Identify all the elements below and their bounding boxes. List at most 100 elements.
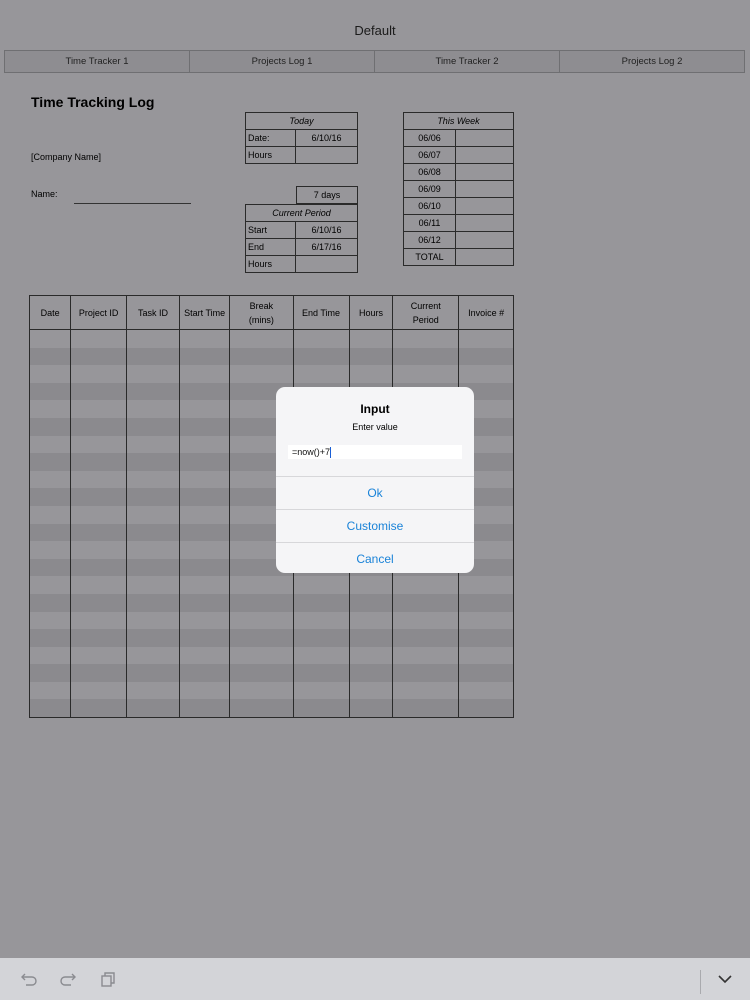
log-cell[interactable] [229, 593, 294, 612]
log-cell[interactable] [348, 593, 394, 612]
log-cell[interactable] [70, 400, 127, 418]
log-cell[interactable] [125, 611, 181, 630]
days-cell[interactable]: 7 days [296, 186, 358, 204]
log-cell[interactable] [292, 664, 350, 682]
log-cell[interactable] [125, 505, 181, 524]
log-cell[interactable] [179, 365, 231, 383]
week-day-hours[interactable] [455, 180, 514, 198]
log-cell[interactable] [70, 664, 127, 682]
tab-projects-log-1[interactable]: Projects Log 1 [190, 51, 375, 72]
customise-button[interactable]: Customise [276, 509, 474, 542]
log-cell[interactable] [28, 365, 72, 383]
log-cell[interactable] [28, 541, 72, 559]
log-cell[interactable] [348, 646, 394, 665]
tab-time-tracker-1[interactable]: Time Tracker 1 [5, 51, 190, 72]
copy-icon[interactable] [99, 971, 117, 987]
log-cell[interactable] [70, 488, 127, 506]
week-day-hours[interactable] [455, 146, 514, 164]
log-cell[interactable] [125, 646, 181, 665]
log-cell[interactable] [229, 365, 294, 383]
log-cell[interactable] [28, 664, 72, 682]
end-value-cell[interactable]: 6/17/16 [295, 238, 358, 256]
log-cell[interactable] [125, 699, 181, 719]
company-name-cell[interactable]: [Company Name] [31, 152, 101, 162]
log-cell[interactable] [229, 699, 294, 719]
log-cell[interactable] [125, 629, 181, 647]
log-cell[interactable] [70, 417, 127, 436]
ok-button[interactable]: Ok [276, 476, 474, 509]
log-cell[interactable] [392, 365, 460, 383]
log-cell[interactable] [392, 576, 460, 594]
log-cell[interactable] [348, 664, 394, 682]
tab-projects-log-2[interactable]: Projects Log 2 [560, 51, 744, 72]
log-cell[interactable] [28, 417, 72, 436]
log-cell[interactable] [179, 417, 231, 436]
week-day-hours[interactable] [455, 197, 514, 215]
log-cell[interactable] [179, 347, 231, 366]
log-cell[interactable] [229, 664, 294, 682]
log-cell[interactable] [179, 523, 231, 542]
log-cell[interactable] [28, 435, 72, 454]
log-cell[interactable] [28, 329, 72, 348]
log-cell[interactable] [28, 453, 72, 471]
log-cell[interactable] [28, 505, 72, 524]
log-cell[interactable] [458, 347, 514, 366]
hours-value-cell[interactable] [295, 146, 358, 164]
log-cell[interactable] [179, 558, 231, 577]
log-cell[interactable] [179, 329, 231, 348]
log-cell[interactable] [70, 646, 127, 665]
log-cell[interactable] [229, 629, 294, 647]
log-cell[interactable] [28, 382, 72, 401]
log-cell[interactable] [229, 347, 294, 366]
log-cell[interactable] [392, 681, 460, 700]
log-cell[interactable] [392, 611, 460, 630]
log-cell[interactable] [70, 470, 127, 489]
log-cell[interactable] [348, 347, 394, 366]
log-cell[interactable] [28, 629, 72, 647]
log-cell[interactable] [348, 576, 394, 594]
log-cell[interactable] [458, 593, 514, 612]
log-cell[interactable] [70, 681, 127, 700]
log-cell[interactable] [70, 558, 127, 577]
undo-icon[interactable] [20, 971, 38, 987]
log-cell[interactable] [28, 699, 72, 719]
log-cell[interactable] [125, 488, 181, 506]
log-cell[interactable] [28, 681, 72, 700]
log-cell[interactable] [179, 453, 231, 471]
log-cell[interactable] [179, 629, 231, 647]
cancel-button[interactable]: Cancel [276, 542, 474, 573]
log-cell[interactable] [348, 629, 394, 647]
log-cell[interactable] [179, 576, 231, 594]
log-cell[interactable] [179, 382, 231, 401]
log-cell[interactable] [392, 646, 460, 665]
log-cell[interactable] [292, 611, 350, 630]
log-cell[interactable] [125, 347, 181, 366]
log-cell[interactable] [125, 382, 181, 401]
chevron-down-icon[interactable] [716, 971, 734, 987]
log-cell[interactable] [70, 629, 127, 647]
log-cell[interactable] [70, 699, 127, 719]
log-cell[interactable] [179, 699, 231, 719]
log-cell[interactable] [125, 541, 181, 559]
name-field[interactable] [74, 203, 191, 204]
log-cell[interactable] [70, 523, 127, 542]
log-cell[interactable] [125, 576, 181, 594]
log-cell[interactable] [348, 681, 394, 700]
log-cell[interactable] [348, 611, 394, 630]
tab-time-tracker-2[interactable]: Time Tracker 2 [375, 51, 560, 72]
log-cell[interactable] [179, 646, 231, 665]
log-cell[interactable] [458, 664, 514, 682]
log-cell[interactable] [125, 523, 181, 542]
week-day-hours[interactable] [455, 129, 514, 147]
log-cell[interactable] [179, 400, 231, 418]
log-cell[interactable] [229, 646, 294, 665]
log-cell[interactable] [28, 488, 72, 506]
log-cell[interactable] [292, 576, 350, 594]
log-cell[interactable] [179, 505, 231, 524]
log-cell[interactable] [70, 576, 127, 594]
log-cell[interactable] [70, 593, 127, 612]
log-cell[interactable] [458, 629, 514, 647]
log-cell[interactable] [125, 593, 181, 612]
log-cell[interactable] [70, 435, 127, 454]
log-cell[interactable] [458, 365, 514, 383]
